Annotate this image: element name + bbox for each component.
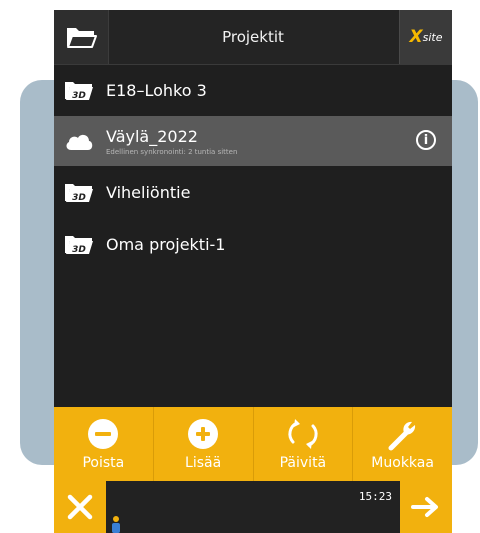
3d-folder-icon: 3D (64, 79, 98, 101)
project-list: 3D E18–Lohko 3 Väylä_2022 Edellinen synk… (54, 64, 452, 270)
sync-status: Edellinen synkronointi: 2 tuntia sitten (106, 147, 238, 156)
refresh-button[interactable]: Päivitä (254, 407, 354, 481)
project-item-oma-projekti-1[interactable]: 3D Oma projekti-1 (54, 218, 452, 270)
3d-folder-icon: 3D (64, 233, 98, 255)
project-name: Väylä_2022 (106, 126, 198, 146)
project-item-vayla-2022[interactable]: Väylä_2022 Edellinen synkronointi: 2 tun… (54, 116, 452, 166)
folder-badge-text: 3D (72, 245, 86, 255)
clock: 15:23 (358, 490, 392, 503)
project-name: E18–Lohko 3 (106, 80, 207, 100)
project-name: Oma projekti-1 (106, 234, 226, 254)
arrow-right-icon (411, 497, 438, 517)
delete-label: Poista (82, 455, 125, 471)
project-item-e18-lohko-3[interactable]: 3D E18–Lohko 3 (54, 64, 452, 116)
refresh-icon (285, 415, 321, 453)
folder-button[interactable] (54, 10, 109, 64)
refresh-label: Päivitä (279, 455, 327, 471)
next-button[interactable] (400, 481, 452, 533)
cloud-icon (64, 131, 98, 151)
minus-circle-icon (86, 415, 120, 453)
user-status-icon (112, 516, 120, 533)
edit-label: Muokkaa (371, 455, 434, 471)
edit-button[interactable]: Muokkaa (353, 407, 452, 481)
status-bar: 15:23 (54, 481, 452, 533)
page-title: Projektit (222, 28, 284, 46)
delete-button[interactable]: Poista (54, 407, 154, 481)
info-icon[interactable]: i (416, 130, 436, 150)
folder-badge-text: 3D (72, 91, 86, 101)
add-label: Lisää (185, 455, 222, 471)
add-button[interactable]: Lisää (154, 407, 254, 481)
logo-x: X (409, 27, 423, 47)
project-item-viheliontie[interactable]: 3D Viheliöntie (54, 166, 452, 218)
3d-folder-icon: 3D (64, 181, 98, 203)
folder-badge-text: 3D (72, 193, 86, 203)
xsite-logo: Xsite (399, 10, 452, 64)
close-button[interactable] (54, 481, 106, 533)
logo-site: site (422, 30, 443, 44)
action-toolbar: Poista Lisää Päivitä Muokkaa (54, 407, 452, 481)
close-icon (67, 494, 93, 520)
header-bar: Projektit Xsite (54, 10, 452, 65)
app-window: Projektit Xsite 3D E18–Lohko 3 Väylä_202… (54, 10, 452, 533)
wrench-icon (386, 415, 420, 453)
folder-open-icon (67, 28, 97, 48)
plus-circle-icon (186, 415, 220, 453)
project-name: Viheliöntie (106, 182, 191, 202)
